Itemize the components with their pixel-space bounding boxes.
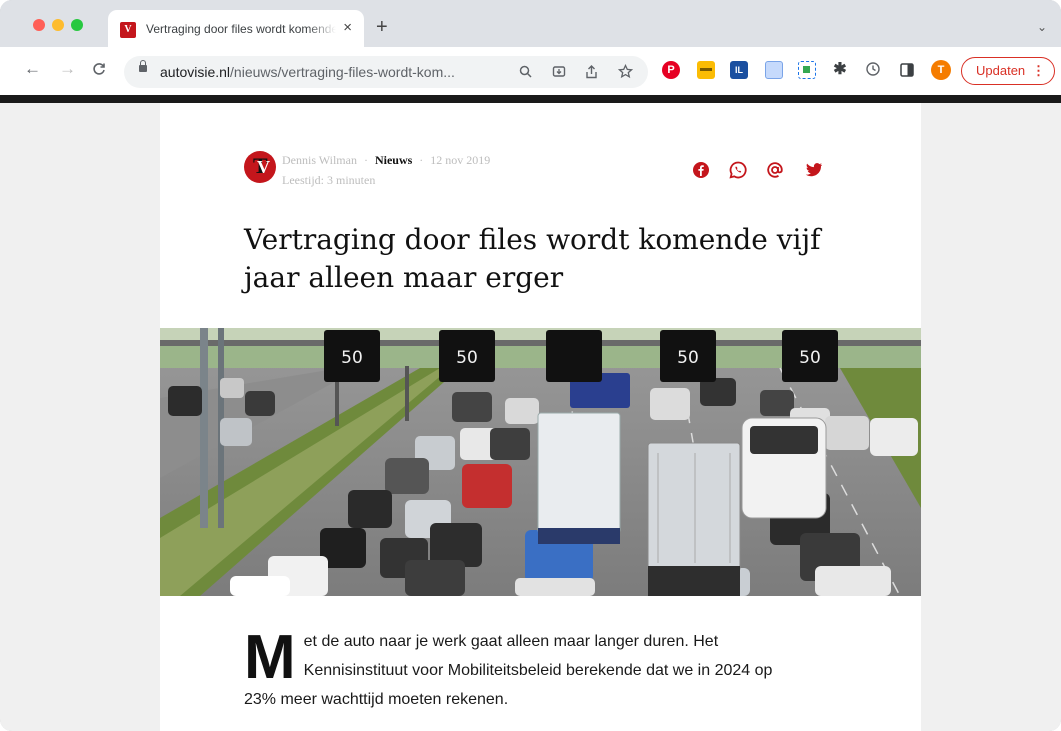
close-window-button[interactable]	[33, 19, 45, 31]
close-tab-button[interactable]: ×	[343, 19, 352, 37]
update-button[interactable]: Updaten ⋮	[961, 57, 1055, 85]
reading-time: Leestijd: 3 minuten	[282, 173, 376, 187]
profile-avatar[interactable]: T	[931, 60, 951, 80]
meta-separator: ·	[363, 153, 368, 167]
extension-grid-icon[interactable]: IL	[730, 61, 748, 79]
article: T V Dennis Wilman · Nieuws · 12 nov 2019…	[160, 103, 921, 731]
extension-screenshot-icon[interactable]	[798, 61, 816, 79]
whatsapp-icon[interactable]	[729, 161, 747, 179]
author-avatar[interactable]: T V	[244, 151, 276, 183]
address-bar[interactable]: autovisie.nl/nieuws/vertraging-files-wor…	[124, 56, 648, 88]
intro-text: et de auto naar je werk gaat alleen maar…	[244, 633, 773, 708]
publish-date: 12 nov 2019	[430, 153, 491, 167]
maximize-window-button[interactable]	[71, 19, 83, 31]
autovisie-favicon-icon: V	[120, 22, 136, 38]
hero-image: 50 50 50 50	[160, 328, 921, 596]
page-viewport: T V Dennis Wilman · Nieuws · 12 nov 2019…	[0, 103, 1061, 731]
install-icon[interactable]	[550, 62, 568, 82]
author-name[interactable]: Dennis Wilman	[282, 153, 357, 167]
pinterest-icon[interactable]: P	[662, 61, 680, 79]
history-icon[interactable]	[864, 61, 882, 79]
browser-window: V Vertraging door files wordt komende vi…	[0, 0, 1061, 731]
tab-active[interactable]: V Vertraging door files wordt komende vi…	[108, 10, 364, 47]
browser-toolbar: ← → autovisie.nl/nieuws/vertraging-files…	[0, 47, 1061, 95]
svg-text:50: 50	[456, 348, 478, 368]
lock-icon	[139, 60, 147, 72]
svg-text:50: 50	[799, 348, 821, 368]
drop-cap: M	[244, 623, 296, 692]
tab-search-button[interactable]: ⌄	[1037, 20, 1047, 34]
reload-icon	[93, 63, 105, 75]
sidepanel-icon[interactable]	[898, 61, 916, 79]
category-link[interactable]: Nieuws	[375, 153, 412, 167]
reload-button[interactable]	[92, 59, 106, 82]
facebook-icon[interactable]	[692, 161, 710, 179]
puzzle-icon[interactable]: ✱	[831, 61, 849, 79]
bookmark-star-icon[interactable]	[616, 62, 634, 82]
update-label: Updaten	[976, 63, 1026, 78]
article-intro: Met de auto naar je werk gaat alleen maa…	[244, 627, 804, 714]
menu-dots-icon[interactable]: ⋮	[1032, 58, 1045, 83]
twitter-icon[interactable]	[805, 161, 823, 179]
extension-doc-icon[interactable]	[765, 61, 783, 79]
meta-separator: ·	[419, 153, 424, 167]
article-meta: Dennis Wilman · Nieuws · 12 nov 2019	[282, 153, 490, 168]
share-icon[interactable]	[582, 62, 600, 82]
search-icon[interactable]	[516, 62, 534, 81]
svg-text:50: 50	[677, 348, 699, 368]
site-header-bar	[0, 95, 1061, 103]
svg-text:50: 50	[341, 348, 363, 368]
forward-button[interactable]: →	[59, 59, 76, 79]
tab-strip: V Vertraging door files wordt komende vi…	[0, 0, 1061, 47]
back-button[interactable]: ←	[24, 59, 41, 79]
minimize-window-button[interactable]	[52, 19, 64, 31]
new-tab-button[interactable]: +	[376, 17, 388, 37]
extension-yellow-icon[interactable]	[697, 61, 715, 79]
tab-title: Vertraging door files wordt komende vijf…	[146, 22, 336, 36]
article-headline: Vertraging door files wordt komende vijf…	[244, 223, 821, 294]
email-icon[interactable]	[766, 161, 784, 179]
url-text[interactable]: autovisie.nl/nieuws/vertraging-files-wor…	[160, 64, 455, 80]
